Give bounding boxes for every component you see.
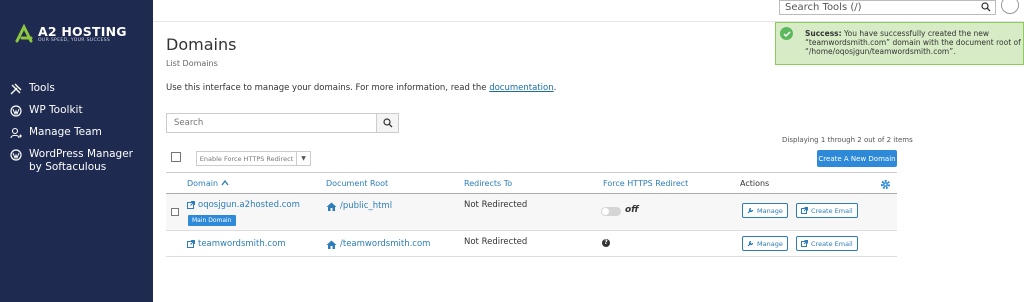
docroot-text: /public_html bbox=[340, 201, 393, 211]
manage-button[interactable]: Manage bbox=[742, 203, 788, 218]
notice-title: Success: bbox=[805, 29, 842, 38]
documentation-link[interactable]: documentation bbox=[489, 83, 553, 93]
search-tools-input[interactable]: Search Tools (/) bbox=[779, 0, 996, 15]
domain-text: oqosjgun.a2hosted.com bbox=[198, 200, 300, 210]
column-header-https[interactable]: Force HTTPS Redirect bbox=[603, 179, 688, 188]
search-icon[interactable] bbox=[981, 2, 991, 15]
gear-icon[interactable] bbox=[880, 179, 891, 192]
sort-up-icon bbox=[221, 179, 229, 186]
item-count: Displaying 1 through 2 out of 2 items bbox=[782, 136, 913, 144]
search-button[interactable] bbox=[376, 114, 398, 132]
redirect-status: Not Redirected bbox=[464, 200, 528, 210]
logo-name: A2 HOSTING bbox=[38, 23, 127, 39]
https-toggle[interactable] bbox=[601, 207, 621, 216]
wrench-icon bbox=[747, 240, 754, 247]
column-header-domain-label: Domain bbox=[187, 179, 219, 188]
team-icon bbox=[9, 126, 23, 139]
domain-text: teamwordsmith.com bbox=[198, 239, 286, 249]
create-email-button[interactable]: Create Email bbox=[796, 236, 858, 251]
search-tools-placeholder: Search Tools (/) bbox=[785, 2, 862, 13]
sidebar-item-label: WordPress Manager by Softaculous bbox=[29, 148, 133, 173]
chevron-down-icon[interactable]: ▼ bbox=[296, 152, 310, 165]
home-icon bbox=[326, 202, 337, 211]
page-title: Domains bbox=[166, 35, 237, 54]
external-link-icon bbox=[187, 201, 195, 209]
force-https-label: Enable Force HTTPS Redirect bbox=[199, 154, 294, 163]
docroot-text: /teamwordsmith.com bbox=[340, 239, 431, 249]
table-header: Domain Document Root Redirects To Force … bbox=[166, 172, 897, 194]
wrench-icon bbox=[747, 207, 754, 214]
wordpress-icon bbox=[9, 148, 23, 161]
create-email-label: Create Email bbox=[811, 239, 853, 248]
table-row: teamwordsmith.com /teamwordsmith.com Not… bbox=[166, 231, 897, 257]
create-email-label: Create Email bbox=[811, 206, 853, 215]
force-https-button[interactable]: Enable Force HTTPS Redirect ▼ bbox=[196, 151, 311, 166]
manage-label: Manage bbox=[757, 206, 783, 215]
column-header-actions: Actions bbox=[740, 179, 770, 188]
check-icon bbox=[780, 27, 793, 40]
sidebar-item-tools[interactable]: Tools bbox=[9, 82, 149, 95]
notice-message: Success: You have successfully created t… bbox=[805, 29, 1021, 56]
tools-icon bbox=[9, 82, 23, 95]
sidebar-item-label: Tools bbox=[29, 82, 55, 94]
sidebar-item-wordpress-manager[interactable]: WordPress Manager by Softaculous bbox=[9, 148, 149, 174]
breadcrumb: List Domains bbox=[166, 59, 218, 68]
domain-link[interactable]: teamwordsmith.com bbox=[187, 239, 286, 249]
sidebar-item-wp-toolkit[interactable]: WP Toolkit bbox=[9, 104, 149, 117]
column-header-domain[interactable]: Domain bbox=[187, 179, 229, 188]
domain-link[interactable]: oqosjgun.a2hosted.com bbox=[187, 200, 300, 210]
row-checkbox[interactable] bbox=[171, 208, 179, 216]
external-link-icon bbox=[187, 240, 195, 248]
home-icon bbox=[326, 240, 337, 249]
sidebar-item-label: Manage Team bbox=[29, 126, 102, 138]
sidebar: A2 HOSTING OUR SPEED, YOUR SUCCESS Tools… bbox=[0, 0, 153, 302]
sidebar-item-manage-team[interactable]: Manage Team bbox=[9, 126, 149, 139]
search-icon bbox=[382, 118, 392, 128]
create-email-button[interactable]: Create Email bbox=[796, 203, 858, 218]
domain-search-input[interactable] bbox=[167, 114, 376, 132]
docroot-link[interactable]: /public_html bbox=[326, 201, 392, 211]
domain-search bbox=[166, 113, 399, 133]
intro-period: . bbox=[553, 83, 557, 93]
wordpress-icon bbox=[9, 104, 23, 117]
sidebar-nav: Tools WP Toolkit Manage Team WordPress M… bbox=[9, 82, 149, 183]
domains-table: Domain Document Root Redirects To Force … bbox=[166, 172, 897, 257]
sidebar-item-label: WP Toolkit bbox=[29, 104, 83, 116]
a2-hosting-logo[interactable]: A2 HOSTING OUR SPEED, YOUR SUCCESS bbox=[14, 23, 127, 44]
column-header-docroot[interactable]: Document Root bbox=[326, 179, 388, 188]
select-all-checkbox[interactable] bbox=[171, 152, 181, 162]
docroot-link[interactable]: /teamwordsmith.com bbox=[326, 239, 430, 249]
main-domain-badge: Main Domain bbox=[188, 215, 236, 226]
logo-mark-icon bbox=[14, 23, 34, 44]
create-domain-button[interactable]: Create A New Domain bbox=[817, 150, 897, 167]
redirect-status: Not Redirected bbox=[464, 237, 528, 247]
column-header-redirects[interactable]: Redirects To bbox=[464, 179, 512, 188]
manage-button[interactable]: Manage bbox=[742, 236, 788, 251]
external-link-icon bbox=[801, 240, 808, 247]
success-notice: Success: You have successfully created t… bbox=[775, 22, 1024, 65]
external-link-icon bbox=[801, 207, 808, 214]
intro-sentence: Use this interface to manage your domain… bbox=[166, 83, 490, 93]
table-row: oqosjgun.a2hosted.com Main Domain /publi… bbox=[166, 194, 897, 231]
question-icon[interactable]: ? bbox=[602, 239, 610, 247]
https-status: off bbox=[625, 205, 639, 215]
intro-text: Use this interface to manage your domain… bbox=[166, 83, 556, 93]
manage-label: Manage bbox=[757, 239, 783, 248]
